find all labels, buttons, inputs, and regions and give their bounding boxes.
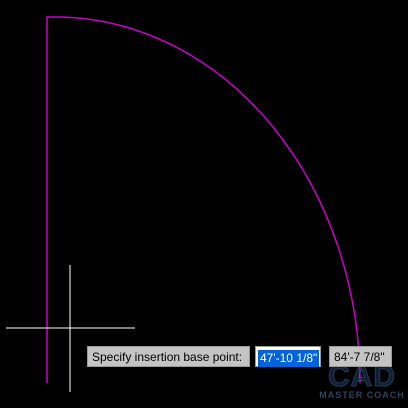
crosshair-cursor [6,265,135,392]
y-coordinate-input[interactable]: 84'-7 7/8" [329,346,392,367]
x-coordinate-value: 47'-10 1/8" [258,350,320,367]
command-prompt-label: Specify insertion base point: [87,346,250,367]
x-coordinate-input[interactable]: 47'-10 1/8" [255,346,321,367]
logo-sub-text: MASTER COACH [319,390,405,400]
drawing-area[interactable]: CAD MASTER COACH Specify insertion base … [0,0,408,408]
